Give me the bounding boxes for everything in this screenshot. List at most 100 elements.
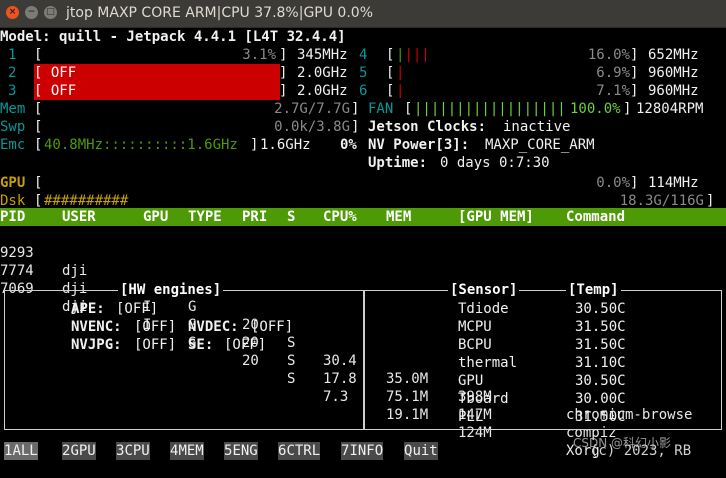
gpu-value: 0.0%: [596, 175, 630, 191]
nv-power-value: MAXP_CORE_ARM: [485, 137, 595, 153]
col-pri[interactable]: PRI: [242, 208, 267, 226]
sensor-name: GPU: [458, 373, 484, 389]
cpu-4-bracket-close: ]: [630, 47, 639, 63]
emc-bar: 40.8MHz::::::::::1.6GHz: [44, 137, 238, 153]
hw-engines-panel: [4, 290, 364, 430]
cpu-6-id: 6: [359, 83, 368, 99]
fan-bracket-close: ]: [623, 101, 632, 117]
col-user[interactable]: USER: [62, 208, 96, 226]
emc-bracket-close: ]: [250, 137, 259, 153]
close-icon[interactable]: ×: [6, 6, 19, 19]
fan-value: 100.0%: [570, 101, 621, 117]
minimize-icon[interactable]: −: [25, 6, 38, 19]
table-row[interactable]: 7069 dji I G 20 S 7.3 19.1M 124M Xorg: [0, 262, 726, 459]
nvjpg-label: NVJPG:: [71, 337, 122, 353]
se-label: SE:: [188, 337, 214, 353]
col-command[interactable]: Command: [566, 208, 625, 226]
sensor-temp: 31.50C: [575, 409, 626, 425]
col-pid[interactable]: PID: [0, 208, 25, 226]
ape-label: APE:: [71, 301, 105, 317]
cpu-4-bar: ||||: [396, 47, 430, 63]
watermark-text: CSDN @科幻小影: [573, 436, 672, 450]
fan-bar: ||||||||||||||||||: [414, 101, 566, 117]
swp-label: Swp: [0, 119, 26, 135]
sensor-name: Tdiode: [458, 301, 509, 317]
sensor-temp: 30.50C: [575, 301, 626, 317]
emc-pct: 0%: [340, 137, 357, 153]
gpu-bracket-open: [: [34, 175, 43, 191]
sensor-name: thermal: [458, 355, 518, 371]
swp-bracket-open: [: [34, 119, 43, 135]
uptime-value: 0 days 0:7:30: [440, 155, 550, 171]
col-cpu[interactable]: CPU%: [323, 208, 357, 226]
process-table-header: PID USER GPU TYPE PRI S CPU% MEM [GPU ME…: [0, 208, 726, 226]
col-gpu[interactable]: GPU: [143, 208, 168, 226]
cpu-2-bracket-close: ]: [279, 65, 288, 81]
table-row[interactable]: 7774 dji I G 20 S 17.8 75.1M 147M compiz: [0, 244, 726, 441]
sensors-panel: [364, 290, 722, 430]
cpu-5-bar: |: [396, 65, 405, 81]
cpu-2-off-bar: [ OFF: [34, 64, 280, 82]
nvdec-label: NVDEC:: [188, 319, 239, 335]
emc-bracket-open: [: [34, 137, 43, 153]
cpu-4-id: 4: [359, 47, 368, 63]
footer-tab-bar: 1ALL 2GPU 3CPU 4MEM 5ENG 6CTRL 7INFO Qui…: [0, 436, 726, 460]
swp-value: 0.0k/3.8G: [274, 119, 350, 135]
tab-mem[interactable]: 4MEM: [170, 442, 204, 460]
cpu-1-id: 1: [8, 47, 17, 63]
col-gpu-mem[interactable]: [GPU MEM]: [458, 208, 534, 226]
mem-value: 2.7G/7.7G: [274, 101, 350, 117]
cpu-3-freq: 2.0GHz: [297, 83, 348, 99]
window-title: jtop MAXP CORE ARM|CPU 37.8%|GPU 0.0%: [66, 5, 374, 21]
mem-label: Mem: [0, 101, 26, 117]
cpu-6-bar: |: [396, 83, 405, 99]
nvenc-label: NVENC:: [71, 319, 122, 335]
nvenc-value: [OFF]: [134, 319, 177, 335]
cpu-5-freq: 960MHz: [648, 65, 699, 81]
cpu-1-freq: 345MHz: [297, 47, 348, 63]
model-line: Model: quill - Jetpack 4.4.1 [L4T 32.4.4…: [0, 29, 346, 45]
emc-label: Emc: [0, 137, 26, 153]
mem-bracket-open: [: [34, 101, 43, 117]
nv-power-label: NV Power[3]:: [368, 137, 470, 153]
table-row[interactable]: 9293 dji I G 20 S 30.4 35.0M 398M chromi…: [0, 226, 726, 423]
fan-rpm: 12804RPM: [636, 101, 704, 117]
temp-column-title: [Temp]: [566, 281, 621, 299]
sensor-name: BCPU: [458, 337, 492, 353]
fan-label: FAN: [368, 101, 394, 117]
fan-bracket-open: [: [404, 101, 413, 117]
cpu-5-value: 6.9%: [596, 65, 630, 81]
tab-cpu[interactable]: 3CPU: [116, 442, 150, 460]
cpu-2-freq: 2.0GHz: [297, 65, 348, 81]
cpu-6-value: 7.1%: [596, 83, 630, 99]
cpu-3-id: 3: [8, 83, 17, 99]
se-value: [OFF]: [224, 337, 267, 353]
col-mem[interactable]: MEM: [386, 208, 411, 226]
emc-freq: 1.6GHz: [260, 137, 311, 153]
swp-bracket-close: ]: [351, 119, 360, 135]
jetson-clocks-value: inactive: [503, 119, 571, 135]
hw-engines-title: [HW engines]: [118, 281, 224, 299]
cpu-1-bracket-close: ]: [279, 47, 288, 63]
tab-all[interactable]: 1ALL: [4, 442, 38, 460]
sensor-name: MCPU: [458, 319, 492, 335]
cpu-4-bracket-open: [: [386, 47, 395, 63]
cpu-3-off-label: OFF: [50, 83, 77, 99]
col-type[interactable]: TYPE: [188, 208, 222, 226]
gpu-freq: 114MHz: [648, 175, 699, 191]
cpu-4-value: 16.0%: [587, 47, 630, 63]
quit-button[interactable]: Quit: [404, 442, 438, 460]
maximize-icon[interactable]: □: [44, 6, 57, 19]
tab-ctrl[interactable]: 6CTRL: [278, 442, 321, 460]
tab-gpu[interactable]: 2GPU: [62, 442, 96, 460]
nvdec-value: [OFF]: [251, 319, 294, 335]
tab-info[interactable]: 7INFO: [341, 442, 384, 460]
cpu-4-freq: 652MHz: [648, 47, 699, 63]
ape-value: [OFF]: [116, 301, 159, 317]
nvjpg-value: [OFF]: [134, 337, 177, 353]
sensor-temp: 31.50C: [575, 337, 626, 353]
col-state[interactable]: S: [287, 208, 295, 226]
terminal: Model: quill - Jetpack 4.4.1 [L4T 32.4.4…: [0, 28, 726, 464]
tab-eng[interactable]: 5ENG: [224, 442, 258, 460]
sensor-temp: 30.00C: [575, 391, 626, 407]
